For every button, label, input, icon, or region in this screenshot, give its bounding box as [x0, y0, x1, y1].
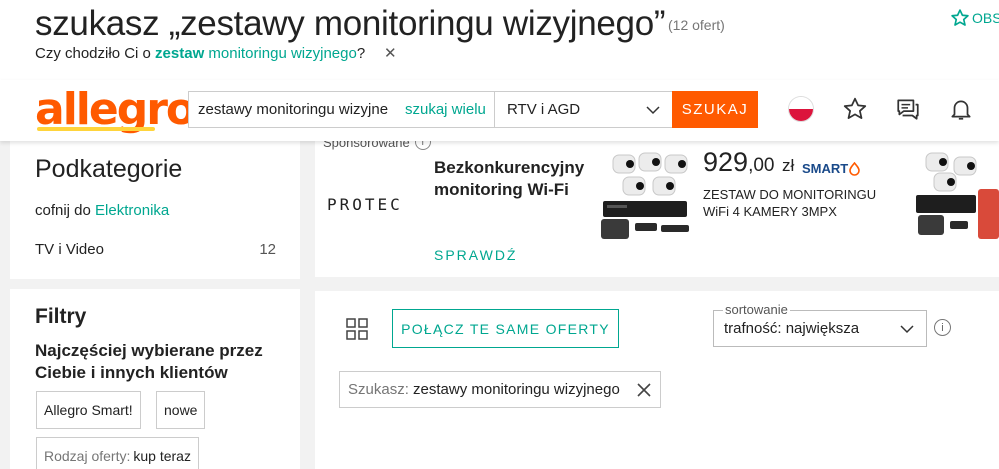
price-integer: 929: [703, 147, 749, 177]
price-currency: zł: [782, 156, 795, 175]
sponsored-ad[interactable]: Sponsorowane i PROTEC Bezkonkurencyjny m…: [315, 131, 999, 277]
star-icon[interactable]: [841, 95, 869, 123]
country-flag-icon[interactable]: [787, 95, 815, 123]
listing-card: POŁĄCZ TE SAME OFERTY sortowanie trafnoś…: [315, 291, 999, 469]
subcategory-item-tv-video[interactable]: TV i Video: [35, 241, 104, 258]
observe-search-button[interactable]: OBS: [950, 8, 999, 28]
check-button[interactable]: SPRAWDŹ: [434, 247, 517, 263]
offer-type-value: kup teraz: [133, 448, 191, 464]
sort-value: trafność: największa: [724, 320, 860, 337]
query-label: Szukasz:: [348, 381, 409, 398]
did-you-mean-link-rest[interactable]: monitoringu wizyjnego: [204, 45, 356, 62]
page-title: szukasz „zestawy monitoringu wizyjnego”: [35, 4, 666, 43]
logo-underline: [37, 127, 155, 131]
search-many-link[interactable]: szukaj wielu: [401, 92, 495, 127]
chat-icon[interactable]: [894, 95, 922, 123]
category-value: RTV i AGD: [507, 101, 581, 118]
back-line: cofnij do Elektronika: [35, 202, 169, 219]
back-link[interactable]: Elektronika: [95, 202, 169, 219]
close-icon[interactable]: ✕: [384, 44, 397, 62]
smart-drop-icon: [849, 161, 861, 176]
query-chip: Szukasz: zestawy monitoringu wizyjnego: [339, 371, 661, 408]
smart-badge: SMART: [802, 161, 861, 176]
star-outline-icon: [951, 9, 969, 26]
search-button[interactable]: SZUKAJ: [672, 91, 758, 128]
ad-price: 929,00 zł: [703, 147, 794, 178]
filter-chip-offer-type[interactable]: Rodzaj oferty: kup teraz: [36, 437, 199, 469]
did-you-mean: Czy chodziło Ci o zestaw monitoringu wiz…: [35, 45, 365, 62]
did-you-mean-suffix: ?: [356, 45, 366, 62]
filters-card: Filtry Najczęściej wybierane przez Ciebi…: [10, 289, 300, 469]
offer-type-label: Rodzaj oferty:: [44, 448, 131, 464]
grid-view-icon[interactable]: [346, 318, 368, 340]
merge-offers-button[interactable]: POŁĄCZ TE SAME OFERTY: [392, 309, 619, 348]
search-heading-area: szukasz „zestawy monitoringu wizyjnego” …: [0, 0, 999, 82]
subcategories-card: Podkategorie cofnij do Elektronika TV i …: [10, 141, 300, 279]
filters-subtitle: Najczęściej wybierane przez Ciebie i inn…: [35, 341, 263, 382]
back-prefix: cofnij do: [35, 202, 96, 219]
query-value: zestawy monitoringu wizyjnego: [408, 381, 620, 398]
chevron-down-icon: [900, 324, 914, 333]
filter-chip-smart[interactable]: Allegro Smart!: [36, 391, 141, 429]
camera-kit-image-2[interactable]: [916, 149, 999, 245]
did-you-mean-prefix: Czy chodziło Ci o: [35, 45, 156, 62]
header: allegro szukaj wielu RTV i AGD SZUKAJ: [0, 80, 999, 141]
bell-icon[interactable]: [947, 95, 975, 123]
chevron-down-icon: [646, 105, 660, 114]
brand-logo: PROTEC: [327, 195, 403, 214]
ad-headline[interactable]: Bezkonkurencyjny monitoring Wi-Fi: [434, 157, 594, 201]
ad-product-title[interactable]: ZESTAW DO MONITORINGU WiFi 4 KAMERY 3MPX: [703, 186, 903, 220]
camera-kit-image[interactable]: [599, 149, 697, 245]
subcategory-count: 12: [259, 241, 276, 258]
filters-title: Filtry: [35, 305, 87, 328]
offer-count: (12 ofert): [668, 17, 725, 33]
price-decimal: ,00: [748, 155, 775, 176]
info-icon[interactable]: i: [934, 319, 951, 336]
filter-chip-new[interactable]: nowe: [156, 391, 206, 429]
close-icon[interactable]: [636, 382, 652, 398]
search-input[interactable]: [189, 92, 401, 127]
category-select[interactable]: RTV i AGD: [495, 92, 674, 127]
observe-label: OBS: [972, 10, 999, 26]
did-you-mean-link[interactable]: zestaw: [155, 45, 204, 62]
smart-label: SMART: [802, 161, 849, 176]
subcategories-title: Podkategorie: [35, 155, 183, 183]
sort-label: sortowanie: [723, 302, 790, 317]
